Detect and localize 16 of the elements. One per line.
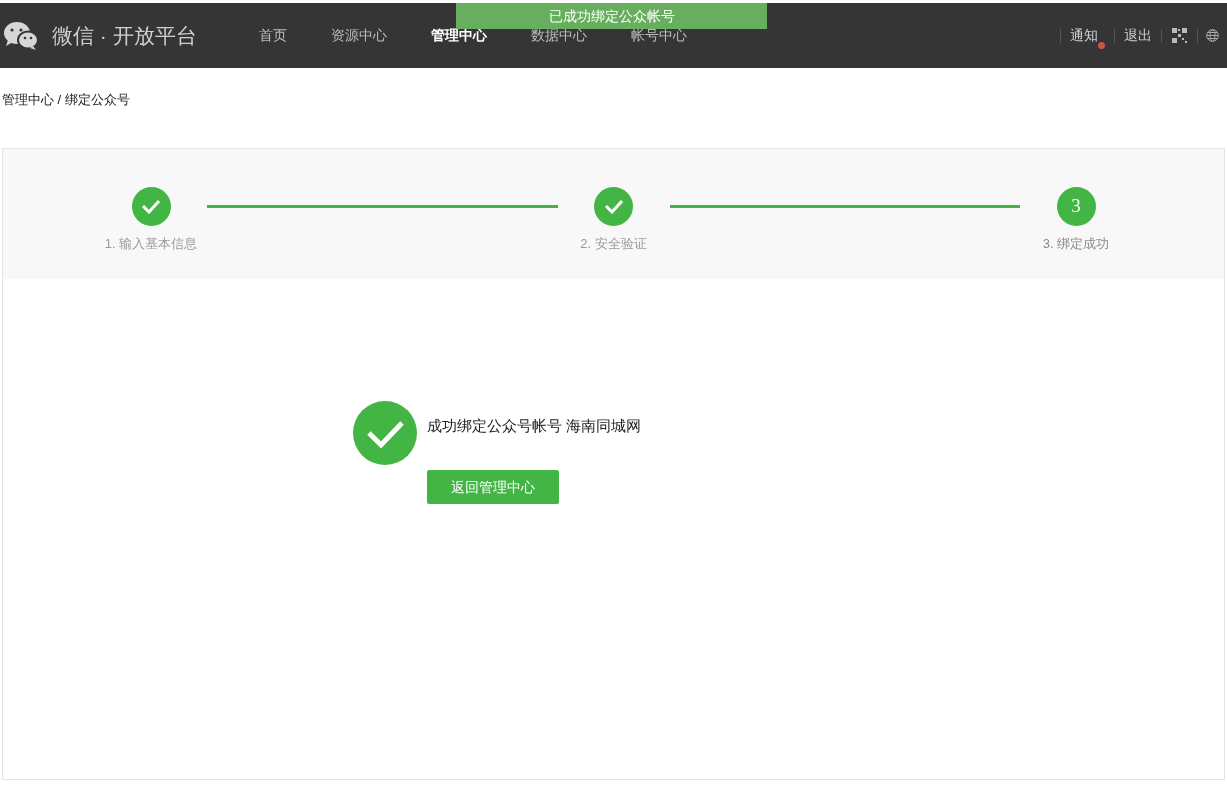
nav-tab[interactable]: 资源中心	[308, 25, 409, 46]
success-message: 成功绑定公众号帐号 海南同城网	[427, 415, 642, 436]
breadcrumb: 管理中心 / 绑定公众号	[2, 91, 131, 109]
step-number: 3	[1056, 186, 1096, 226]
logout-link[interactable]: 退出	[1124, 25, 1152, 46]
notifications-link[interactable]: 通知	[1070, 25, 1098, 46]
qr-code-icon[interactable]	[1172, 28, 1187, 43]
success-check-icon	[353, 400, 417, 465]
logo-text: 微信 · 开放平台	[52, 22, 197, 49]
step-label: 3. 绑定成功	[1042, 234, 1110, 253]
globe-icon[interactable]	[1206, 29, 1219, 42]
success-toast: 已成功绑定公众帐号	[456, 3, 767, 29]
chat-bubbles-icon	[3, 20, 39, 51]
nav-tab[interactable]: 首页	[236, 25, 309, 46]
step-label: 2. 安全验证	[580, 234, 647, 253]
step-label: 1. 输入基本信息	[104, 234, 198, 253]
